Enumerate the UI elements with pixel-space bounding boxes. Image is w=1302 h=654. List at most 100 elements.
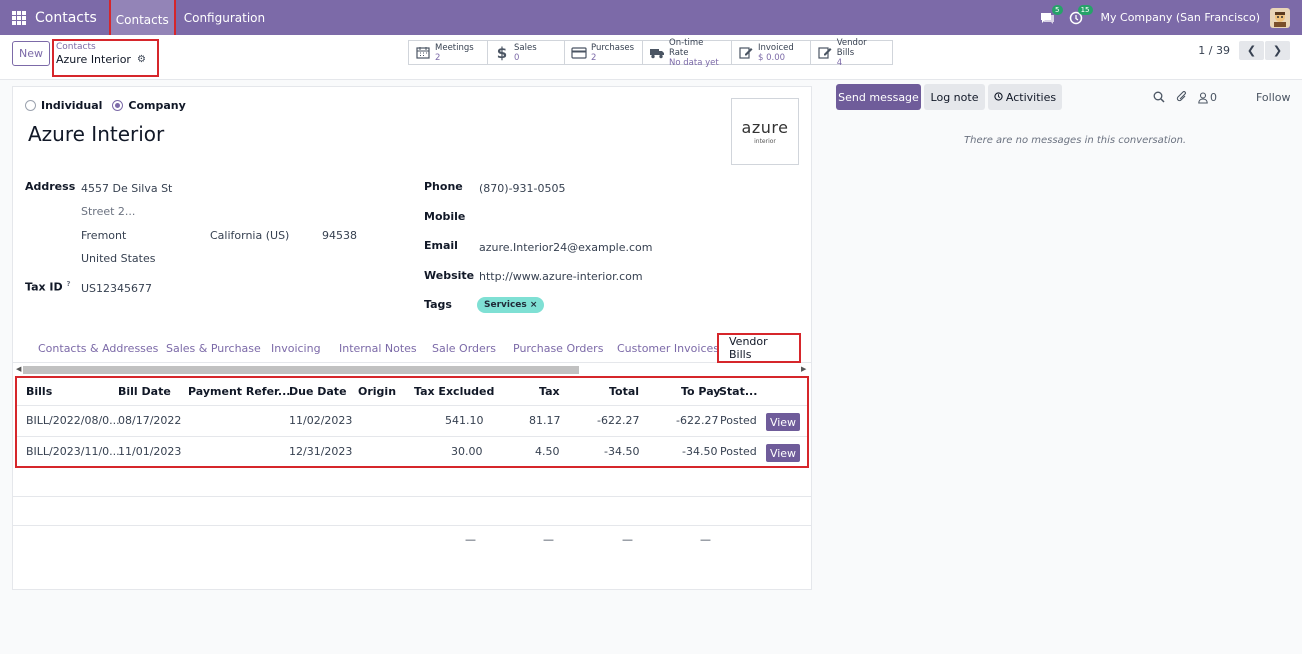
smart-button-invoiced[interactable]: Invoiced $ 0.00 <box>731 40 811 65</box>
street2-field[interactable]: Street 2... <box>81 205 135 218</box>
calendar-icon <box>415 46 431 60</box>
dollar-icon: $ <box>496 43 508 62</box>
pager-value[interactable]: 1 / 39 <box>1198 44 1230 57</box>
paperclip-icon[interactable] <box>1176 91 1188 106</box>
breadcrumb: Contacts Azure Interior ⚙ <box>52 39 159 77</box>
col-total[interactable]: Total <box>609 385 639 398</box>
taxid-field[interactable]: US12345677 <box>81 282 152 295</box>
total-tax-excluded: — <box>465 533 476 546</box>
smart-button-sales[interactable]: $ Sales 0 <box>487 40 565 65</box>
total-to-pay: — <box>700 533 711 546</box>
gear-icon[interactable]: ⚙ <box>137 54 146 65</box>
activities-badge: 15 <box>1077 4 1093 15</box>
radio-company[interactable] <box>112 100 124 111</box>
col-payment-ref[interactable]: Payment Refer... <box>188 385 290 398</box>
tab-invoicing[interactable]: Invoicing <box>271 334 321 362</box>
tab-sale-orders[interactable]: Sale Orders <box>432 334 496 362</box>
help-icon[interactable]: ? <box>67 280 71 288</box>
no-messages-text: There are no messages in this conversati… <box>964 135 1187 146</box>
country-field[interactable]: United States <box>81 252 156 265</box>
website-label: Website <box>424 269 475 282</box>
smart-button-vendor-bills[interactable]: Vendor Bills 4 <box>810 38 893 68</box>
radio-individual[interactable] <box>25 100 36 111</box>
smart-buttons: Meetings 2 $ Sales 0 Purchases 2 On-time Ra… <box>408 38 893 68</box>
tab-vendor-bills[interactable]: Vendor Bills <box>717 333 801 363</box>
city-field[interactable]: Fremont <box>81 229 126 242</box>
tab-customer-invoices[interactable]: Customer Invoices <box>617 334 719 362</box>
tag-remove-icon[interactable]: × <box>530 300 538 310</box>
scroll-thumb[interactable] <box>23 366 579 374</box>
apps-grid-icon[interactable] <box>12 10 26 25</box>
app-brand[interactable]: Contacts <box>35 10 97 26</box>
scroll-left-icon[interactable]: ◀ <box>16 365 21 373</box>
company-switcher[interactable]: My Company (San Francisco) <box>1101 11 1260 24</box>
control-panel: New Contacts Azure Interior ⚙ Meetings 2 … <box>0 35 1302 80</box>
activities-clock-icon[interactable]: 15 <box>1069 4 1093 25</box>
log-note-button[interactable]: Log note <box>924 84 985 110</box>
taxid-label: Tax ID ? <box>25 280 71 294</box>
email-field[interactable]: azure.Interior24@example.com <box>479 241 653 254</box>
smart-button-on-time-rate[interactable]: On-time Rate No data yet <box>642 38 732 68</box>
phone-label: Phone <box>424 180 463 193</box>
address-label: Address <box>25 180 76 193</box>
smart-button-meetings[interactable]: Meetings 2 <box>408 40 488 65</box>
state-field[interactable]: California (US) <box>210 229 289 242</box>
tab-purchase-orders[interactable]: Purchase Orders <box>513 334 603 362</box>
email-label: Email <box>424 239 458 252</box>
horizontal-scrollbar[interactable]: ◀ ▶ <box>13 365 811 374</box>
mobile-label: Mobile <box>424 210 466 223</box>
view-button[interactable]: View <box>766 444 800 462</box>
partner-name[interactable]: Azure Interior <box>28 122 164 146</box>
tab-contacts-addresses[interactable]: Contacts & Addresses <box>38 334 158 362</box>
send-message-button[interactable]: Send message <box>836 84 921 110</box>
user-avatar[interactable] <box>1270 7 1290 28</box>
chevron-right-icon[interactable]: ❯ <box>1265 41 1290 60</box>
smart-button-purchases[interactable]: Purchases 2 <box>564 40 643 65</box>
zip-field[interactable]: 94538 <box>322 229 357 242</box>
col-tax-excluded[interactable]: Tax Excluded <box>414 385 494 398</box>
breadcrumb-parent[interactable]: Contacts <box>56 42 155 52</box>
tag-services: Services × <box>477 297 545 313</box>
clock-icon <box>994 91 1003 104</box>
pager: 1 / 39 ❮ ❯ <box>1198 41 1290 60</box>
total-tax: — <box>543 533 554 546</box>
tab-sales-purchase[interactable]: Sales & Purchase <box>166 334 261 362</box>
vendor-bills-table: Bills Bill Date Payment Refer... Due Dat… <box>15 376 809 468</box>
top-navbar: Contacts Contacts Configuration 5 15 My … <box>0 0 1302 39</box>
chevron-left-icon[interactable]: ❮ <box>1239 41 1264 60</box>
col-status[interactable]: Stat... <box>719 385 757 398</box>
new-button[interactable]: New <box>12 41 50 66</box>
col-bills[interactable]: Bills <box>26 385 52 398</box>
messages-badge: 5 <box>1052 4 1063 15</box>
follow-button[interactable]: Follow <box>1256 91 1291 104</box>
credit-card-icon <box>571 46 587 60</box>
menu-contacts[interactable]: Contacts <box>108 0 176 39</box>
followers-button[interactable]: 0 <box>1198 91 1217 104</box>
edit-icon <box>738 46 754 60</box>
tab-internal-notes[interactable]: Internal Notes <box>339 334 417 362</box>
col-to-pay[interactable]: To Pay <box>681 385 720 398</box>
user-icon <box>1198 91 1208 104</box>
total-total: — <box>622 533 633 546</box>
scroll-right-icon[interactable]: ▶ <box>801 365 806 373</box>
mobile-field[interactable] <box>479 212 799 226</box>
breadcrumb-current: Azure Interior <box>56 53 131 66</box>
col-origin[interactable]: Origin <box>358 385 396 398</box>
activities-button[interactable]: Activities <box>988 84 1062 110</box>
messages-icon[interactable]: 5 <box>1039 4 1063 25</box>
menu-configuration[interactable]: Configuration <box>178 5 271 31</box>
truck-icon <box>649 46 665 60</box>
tags-label: Tags <box>424 298 452 311</box>
street-field[interactable]: 4557 De Silva St <box>81 182 172 195</box>
phone-field[interactable]: (870)-931-0505 <box>479 182 566 195</box>
view-button[interactable]: View <box>766 413 800 431</box>
col-bill-date[interactable]: Bill Date <box>118 385 171 398</box>
company-type-radio: Individual Company <box>25 99 196 112</box>
search-icon[interactable] <box>1153 91 1165 106</box>
company-logo[interactable]: azure interior <box>731 98 799 165</box>
edit-icon <box>817 46 833 60</box>
col-tax[interactable]: Tax <box>539 385 560 398</box>
website-field[interactable]: http://www.azure-interior.com <box>479 270 643 283</box>
col-due-date[interactable]: Due Date <box>289 385 347 398</box>
form-sheet: Individual Company Azure Interior azure … <box>12 86 812 590</box>
